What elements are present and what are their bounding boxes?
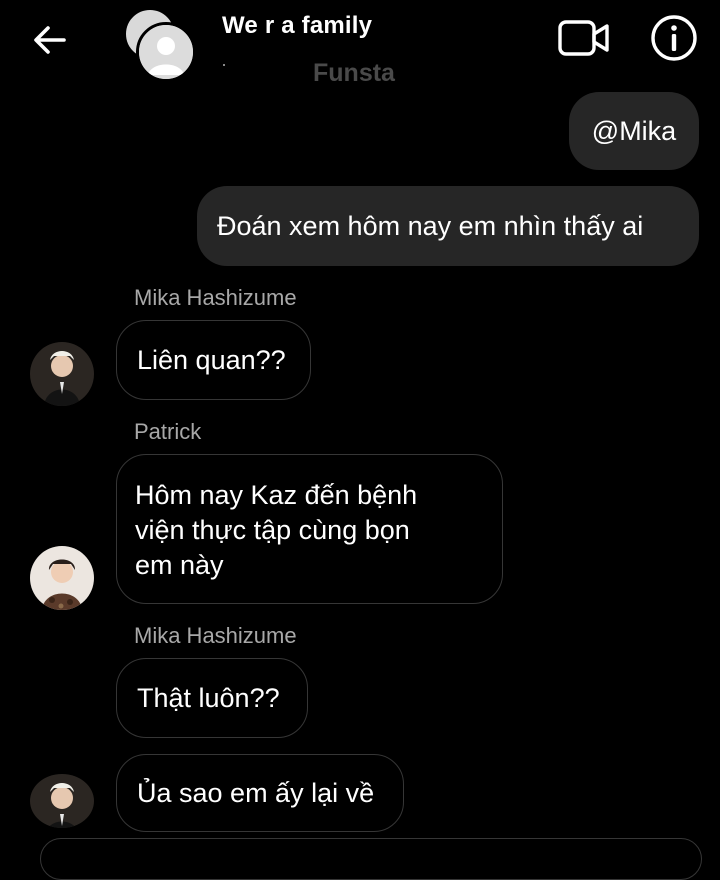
- message-line: viện thực tập cùng bọn: [135, 515, 410, 545]
- outgoing-message[interactable]: @Mika: [569, 92, 699, 170]
- avatar-mika[interactable]: [30, 774, 94, 828]
- group-avatar-front: [136, 22, 196, 82]
- back-arrow-icon[interactable]: [28, 18, 72, 62]
- group-avatar[interactable]: [124, 8, 196, 82]
- avatar-mika[interactable]: [30, 342, 94, 406]
- sender-name: Patrick: [134, 419, 202, 444]
- message-line: Hôm nay Kaz đến bệnh: [135, 480, 418, 510]
- info-icon[interactable]: [648, 12, 700, 64]
- outgoing-message[interactable]: Đoán xem hôm nay em nhìn thấy ai: [197, 186, 699, 266]
- message-text: Ủa sao em ấy lại về: [137, 778, 375, 808]
- chat-subtitle: Funsta: [313, 59, 395, 87]
- incoming-message[interactable]: Ủa sao em ấy lại về: [116, 754, 404, 832]
- default-user-icon: [139, 25, 193, 79]
- message-text: Thật luôn??: [137, 683, 280, 713]
- sender-name: Mika Hashizume: [134, 285, 297, 310]
- incoming-message[interactable]: Hôm nay Kaz đến bệnh viện thực tập cùng …: [116, 454, 503, 604]
- status-dot: [223, 64, 225, 66]
- message-text: Đoán xem hôm nay em nhìn thấy ai: [217, 211, 644, 241]
- message-text: Liên quan??: [137, 345, 286, 375]
- message-text: @Mika: [591, 116, 677, 146]
- sender-name: Mika Hashizume: [134, 623, 297, 648]
- incoming-message[interactable]: Liên quan??: [116, 320, 311, 400]
- avatar-patrick[interactable]: [30, 546, 94, 610]
- chat-title[interactable]: We r a family: [222, 12, 372, 40]
- incoming-message[interactable]: Thật luôn??: [116, 658, 308, 738]
- video-call-icon[interactable]: [556, 14, 612, 62]
- message-line: em này: [135, 550, 224, 580]
- message-composer[interactable]: [40, 838, 702, 880]
- chat-header: We r a family Funsta: [0, 0, 720, 88]
